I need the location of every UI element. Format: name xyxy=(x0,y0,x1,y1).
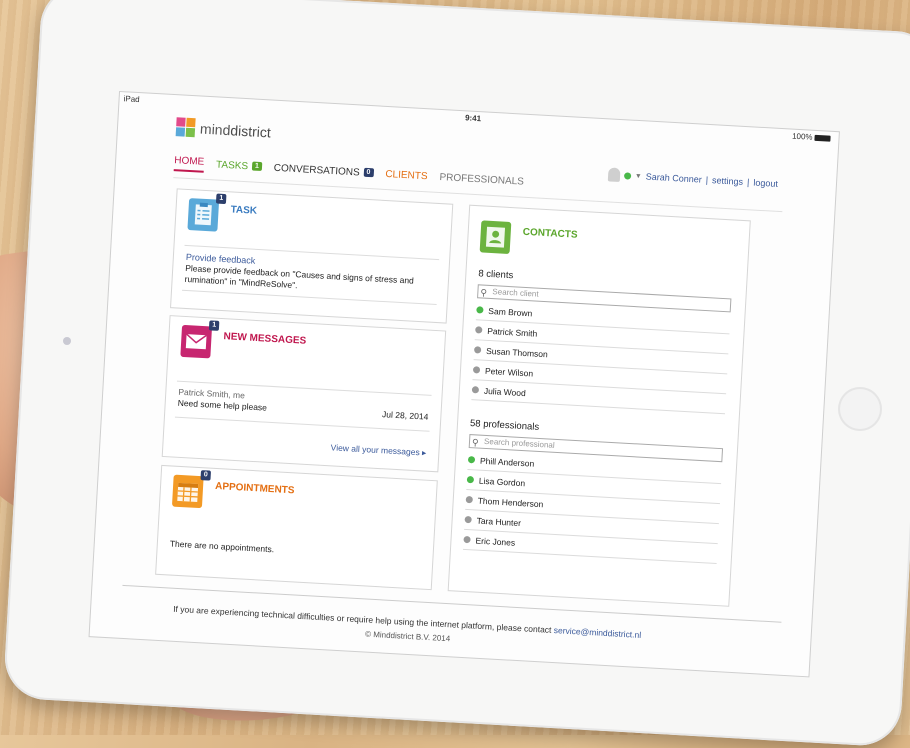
contacts-title: CONTACTS xyxy=(522,226,578,241)
appointments-title: APPOINTMENTS xyxy=(214,480,295,497)
brand-logo[interactable]: minddistrict xyxy=(175,117,272,142)
tab-tasks[interactable]: TASKS 1 xyxy=(216,159,263,176)
contact-name: Thom Henderson xyxy=(477,495,544,509)
appointments-count-badge: 0 xyxy=(200,470,212,481)
tab-conversations[interactable]: CONVERSATIONS 0 xyxy=(273,163,374,183)
search-icon: ⚲ xyxy=(480,287,488,298)
presence-status-icon xyxy=(476,306,484,314)
support-email-link[interactable]: service@minddistrict.nl xyxy=(554,625,642,640)
settings-link[interactable]: settings xyxy=(712,175,744,187)
brand-name: minddistrict xyxy=(199,120,272,141)
view-all-messages-link[interactable]: View all your messages ▸ xyxy=(330,442,426,458)
presence-status-icon xyxy=(473,346,482,354)
message-preview[interactable]: Need some help please xyxy=(177,398,267,413)
conversations-count-badge: 0 xyxy=(363,167,374,178)
contact-name: Patrick Smith xyxy=(486,325,538,339)
presence-status-icon xyxy=(467,456,476,464)
main-nav: HOME TASKS 1 CONVERSATIONS 0 CLIENTS PRO… xyxy=(173,155,525,191)
message-date: Jul 28, 2014 xyxy=(381,409,429,422)
screen: iPad 9:41 100% minddistrict ▼ Sarah Conn… xyxy=(89,92,839,677)
calendar-icon: 0 xyxy=(171,470,212,509)
messages-panel: 1 NEW MESSAGES Patrick Smith, me Need so… xyxy=(161,315,447,473)
minddistrict-logo-icon xyxy=(175,117,197,138)
battery-percent: 100% xyxy=(791,131,813,142)
envelope-icon: 1 xyxy=(180,320,220,359)
online-status-icon xyxy=(623,171,632,180)
tab-clients[interactable]: CLIENTS xyxy=(385,169,428,185)
battery-indicator: 100% xyxy=(792,132,831,143)
contacts-panel: CONTACTS 8 clients ⚲ Search client Sam B… xyxy=(447,204,751,607)
presence-status-icon xyxy=(475,326,483,334)
contact-name: Lisa Gordon xyxy=(478,475,526,488)
user-menu: ▼ Sarah Conner | settings | logout xyxy=(607,167,779,190)
ipad-device: iPad 9:41 100% minddistrict ▼ Sarah Conn… xyxy=(0,0,910,748)
contact-name: Peter Wilson xyxy=(484,365,534,378)
contact-name: Tara Hunter xyxy=(476,515,522,528)
professionals-heading: 58 professionals xyxy=(469,418,540,433)
contact-name: Sam Brown xyxy=(488,305,533,318)
address-book-icon xyxy=(479,220,512,254)
presence-status-icon xyxy=(464,515,472,524)
logout-link[interactable]: logout xyxy=(753,178,778,189)
presence-status-icon xyxy=(465,495,473,504)
presence-status-icon xyxy=(472,366,481,374)
battery-icon xyxy=(814,134,831,142)
tab-professionals[interactable]: PROFESSIONALS xyxy=(439,172,524,191)
user-name[interactable]: Sarah Conner xyxy=(646,171,703,184)
task-title: TASK xyxy=(230,204,258,217)
appointments-panel: 0 APPOINTMENTS There are no appointments… xyxy=(155,464,438,591)
search-icon: ⚲ xyxy=(471,437,479,448)
contact-name: Eric Jones xyxy=(475,535,516,548)
clipboard-icon: 1 xyxy=(187,193,227,232)
presence-status-icon xyxy=(466,475,475,484)
task-count-badge: 1 xyxy=(215,193,227,205)
carrier-label: iPad xyxy=(123,94,140,105)
task-description: Please provide feedback on "Causes and s… xyxy=(184,262,415,291)
presence-status-icon xyxy=(463,535,471,544)
contact-name: Susan Thomson xyxy=(485,345,549,359)
copyright: © Minddistrict B.V. 2014 xyxy=(364,629,451,644)
contact-name: Julia Wood xyxy=(483,385,527,398)
clock: 9:41 xyxy=(464,113,482,124)
home-button[interactable] xyxy=(838,387,882,431)
no-appointments-text: There are no appointments. xyxy=(169,538,275,555)
presence-status-icon xyxy=(471,386,480,394)
tab-home[interactable]: HOME xyxy=(173,155,205,173)
messages-title: NEW MESSAGES xyxy=(223,331,307,347)
avatar[interactable] xyxy=(607,167,621,183)
contact-name: Phill Anderson xyxy=(479,455,535,469)
camera-icon xyxy=(63,337,71,345)
task-panel: 1 TASK Provide feedback Please provide f… xyxy=(170,188,454,324)
messages-count-badge: 1 xyxy=(208,320,220,331)
tasks-count-badge: 1 xyxy=(251,161,263,172)
clients-heading: 8 clients xyxy=(478,268,514,282)
chevron-down-icon[interactable]: ▼ xyxy=(635,172,642,179)
